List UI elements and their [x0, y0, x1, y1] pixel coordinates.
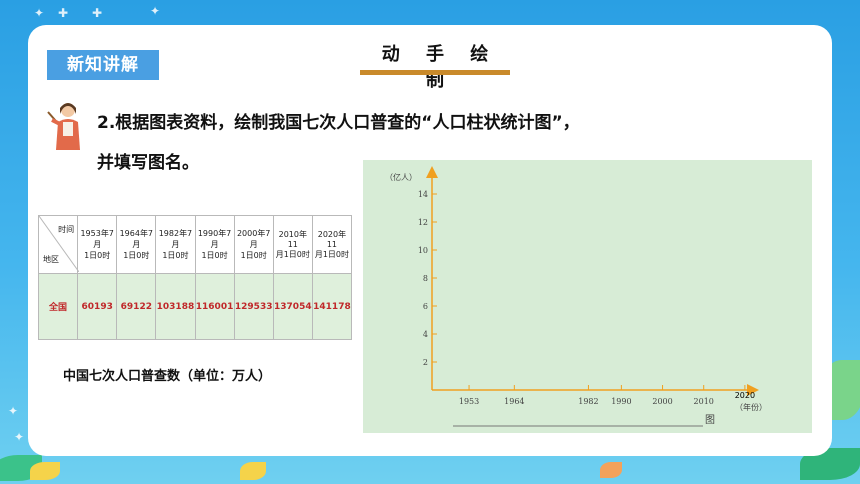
y-tick-label: 2 — [423, 358, 428, 367]
y-tick-label: 4 — [423, 330, 428, 339]
x-tick-label: 2000 — [652, 397, 672, 406]
sparkle-icon: ✦ — [34, 6, 45, 20]
leaf-decoration — [30, 462, 60, 480]
table-cell: 137054 — [272, 273, 313, 340]
table-row: 全国 60193 69122 103188 116001 129533 1370… — [37, 273, 353, 340]
table-header-cell: 1953年7月 1日0时 — [77, 214, 118, 275]
table-header-cell: 2000年7月 1日0时 — [233, 214, 274, 275]
table-row-label: 全国 — [37, 273, 79, 340]
table-cell: 69122 — [116, 273, 157, 340]
title-underline — [360, 70, 510, 75]
y-tick-label: 12 — [418, 218, 428, 227]
table-cell: 103188 — [155, 273, 196, 340]
x-tick-label: 2010 — [694, 397, 714, 406]
question-line-2: 并填写图名。 — [97, 153, 199, 173]
y-tick-label: 8 — [423, 274, 428, 283]
x-ticks: 1953 1964 1982 1990 2000 2010 2020 — [459, 385, 755, 406]
table-header-row: 时间 地区 1953年7月 1日0时 1964年7月 1日0时 1982年7月 1日0… — [37, 214, 353, 275]
table-cell: 141178 — [311, 273, 353, 340]
teacher-icon — [46, 98, 90, 154]
corner-time-label: 时间 — [58, 225, 75, 234]
sparkle-icon: ✦ — [150, 4, 161, 18]
table-header-cell: 2020年11 月1日0时 — [311, 214, 353, 275]
table-cell: 129533 — [233, 273, 274, 340]
x-tick-label: 1953 — [459, 397, 479, 406]
table-header-cell: 2010年11 月1日0时 — [272, 214, 313, 275]
x-tick-label: 1964 — [504, 397, 524, 406]
table-header-cell: 1982年7月 1日0时 — [155, 214, 196, 275]
question-line-1: 2.根据图表资料，绘制我国七次人口普查的“人口柱状统计图”， — [97, 113, 580, 133]
sparkle-icon: ✚ — [92, 6, 103, 20]
y-tick-label: 6 — [423, 302, 428, 311]
sparkle-icon: ✦ — [14, 430, 25, 444]
y-tick-label: 10 — [418, 246, 428, 255]
x-tick-label: 2020 — [735, 391, 755, 400]
page-title: 动 手 绘 制 — [381, 44, 499, 91]
chart-caption-suffix: 图 — [705, 414, 715, 426]
table-header-cell: 1964年7月 1日0时 — [116, 214, 157, 275]
section-tag: 新知讲解 — [47, 50, 159, 80]
sparkle-icon: ✚ — [58, 6, 69, 20]
census-table: 时间 地区 1953年7月 1日0时 1964年7月 1日0时 1982年7月 1日0… — [37, 214, 353, 340]
blank-chart-panel: （亿人） （年份） 图 2 4 6 8 10 12 14 1953 1964 1982 1990 2… — [363, 160, 812, 433]
x-tick-label: 1982 — [578, 397, 598, 406]
leaf-decoration — [600, 462, 622, 478]
chart-svg: （亿人） （年份） 图 2 4 6 8 10 12 14 1953 1964 1982 1990 2… — [385, 166, 767, 427]
table-corner-cell: 时间 地区 — [37, 214, 79, 275]
corner-region-label: 地区 — [43, 255, 59, 265]
x-axis-label: （年份） — [735, 402, 767, 412]
leaf-decoration — [240, 462, 266, 480]
table-caption: 中国七次人口普查数（单位：万人） — [63, 369, 272, 384]
y-tick-label: 14 — [418, 190, 428, 199]
table-cell: 60193 — [77, 273, 118, 340]
sparkle-icon: ✦ — [8, 404, 19, 418]
y-axis-label: （亿人） — [385, 172, 417, 182]
table-cell: 116001 — [194, 273, 235, 340]
y-ticks: 2 4 6 8 10 12 14 — [418, 190, 437, 367]
x-tick-label: 1990 — [611, 397, 631, 406]
table-header-cell: 1990年7月 1日0时 — [194, 214, 235, 275]
